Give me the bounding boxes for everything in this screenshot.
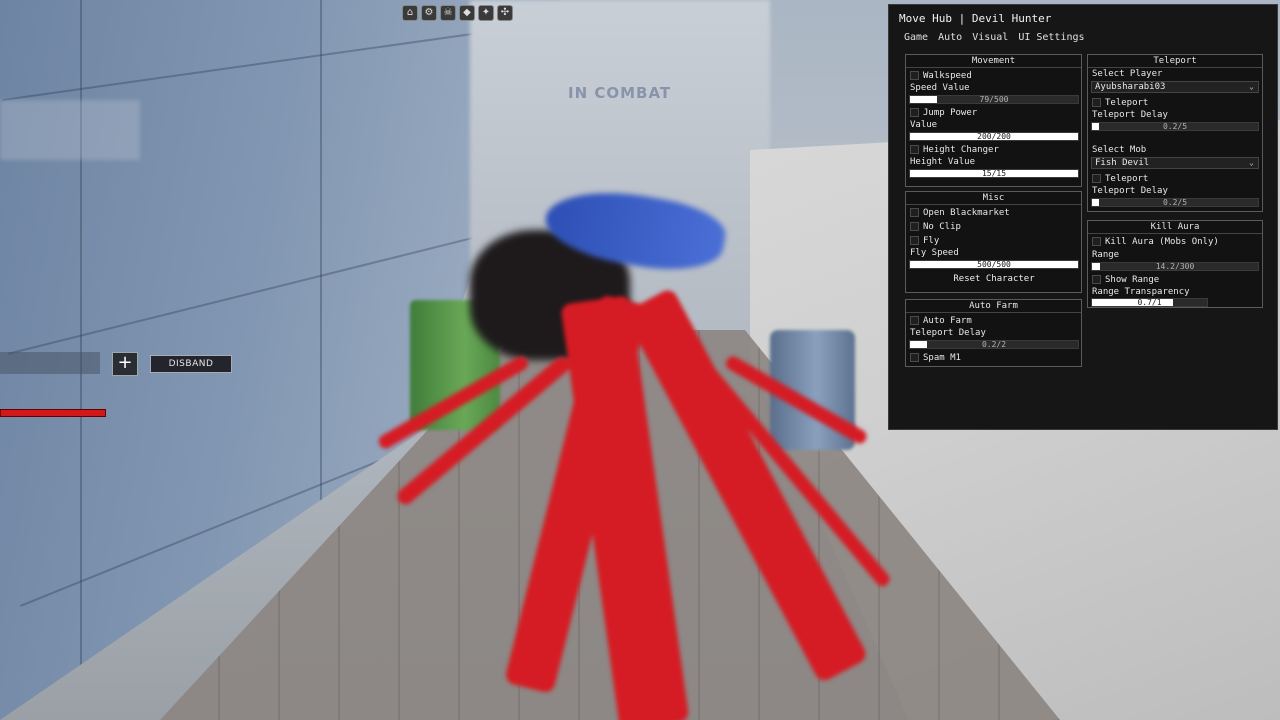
auto-farm-section: Auto Farm Auto Farm Teleport Delay 0.2/2… — [905, 299, 1082, 367]
select-player-dropdown[interactable]: Ayubsharabi03 ⌄ — [1091, 81, 1259, 93]
fly-toggle[interactable]: Fly — [910, 235, 939, 247]
home-icon[interactable]: ⌂ — [402, 5, 418, 21]
chevron-down-icon: ⌄ — [1249, 158, 1254, 167]
player-teleport-delay-label: Teleport Delay — [1092, 110, 1168, 120]
hotbar-icons: ⌂ ⚙ ☠ ◆ ✦ ✣ — [402, 5, 513, 21]
slider-value: 0.7/1 — [1137, 298, 1162, 307]
walkspeed-toggle[interactable]: Walkspeed — [910, 70, 972, 82]
movement-section: Movement Walkspeed Speed Value 79/500 Ju… — [905, 54, 1082, 187]
tab-auto[interactable]: Auto — [938, 32, 962, 43]
fly-speed-slider[interactable]: 500/500 — [909, 260, 1079, 269]
speed-value-slider[interactable]: 79/500 — [909, 95, 1079, 104]
no-clip-toggle[interactable]: No Clip — [910, 221, 961, 233]
section-title: Movement — [906, 55, 1081, 68]
height-changer-toggle[interactable]: Height Changer — [910, 144, 999, 156]
section-title: Kill Aura — [1088, 221, 1262, 234]
gear-icon[interactable]: ⚙ — [421, 5, 437, 21]
farm-teleport-delay-slider[interactable]: 0.2/2 — [909, 340, 1079, 349]
health-bar — [0, 409, 106, 417]
jump-power-toggle[interactable]: Jump Power — [910, 107, 977, 119]
height-value-label: Height Value — [910, 157, 976, 167]
teleport-delay-label: Teleport Delay — [910, 328, 986, 338]
slider-value: 15/15 — [981, 169, 1007, 178]
chat-overlay — [0, 100, 140, 160]
fly-speed-label: Fly Speed — [910, 248, 959, 258]
teleport-player-toggle[interactable]: Teleport — [1092, 97, 1148, 109]
hub-tabs: Game Auto Visual UI Settings — [904, 32, 1085, 43]
range-label: Range — [1092, 250, 1120, 260]
checkbox[interactable] — [1092, 173, 1101, 183]
teleport-section: Teleport Select Player Ayubsharabi03 ⌄ T… — [1087, 54, 1263, 212]
speed-value-label: Speed Value — [910, 83, 970, 93]
open-blackmarket-toggle[interactable]: Open Blackmarket — [910, 207, 1010, 219]
range-transparency-label: Range Transparency — [1092, 287, 1190, 297]
arrows-icon[interactable]: ✣ — [497, 5, 513, 21]
checkbox[interactable] — [910, 221, 919, 231]
slider-value: 0.2/2 — [981, 340, 1007, 349]
show-range-toggle[interactable]: Show Range — [1092, 274, 1159, 286]
chevron-down-icon: ⌄ — [1249, 82, 1254, 91]
move-hub-window: Move Hub | Devil Hunter Game Auto Visual… — [888, 4, 1278, 430]
tab-game[interactable]: Game — [904, 32, 928, 43]
select-player-label: Select Player — [1092, 69, 1163, 79]
section-title: Auto Farm — [906, 300, 1081, 313]
teleport-mob-toggle[interactable]: Teleport — [1092, 173, 1148, 185]
jump-value-slider[interactable]: 200/200 — [909, 132, 1079, 141]
range-slider[interactable]: 14.2/300 — [1091, 262, 1259, 271]
checkbox[interactable] — [910, 352, 919, 362]
kill-aura-toggle[interactable]: Kill Aura (Mobs Only) — [1092, 236, 1219, 248]
skull-icon[interactable]: ☠ — [440, 5, 456, 21]
range-transparency-slider[interactable]: 0.7/1 — [1091, 298, 1208, 307]
slider-value: 200/200 — [977, 132, 1011, 141]
dropdown-value: Fish Devil — [1095, 158, 1150, 168]
jump-value-label: Value — [910, 120, 938, 130]
checkbox[interactable] — [910, 315, 919, 325]
hub-title: Move Hub | Devil Hunter — [899, 12, 1052, 25]
section-title: Teleport — [1088, 55, 1262, 68]
height-value-slider[interactable]: 15/15 — [909, 169, 1079, 178]
checkbox[interactable] — [910, 144, 919, 154]
spam-m1-toggle[interactable]: Spam M1 — [910, 352, 961, 364]
checkbox[interactable] — [910, 207, 919, 217]
disband-button[interactable]: DISBAND — [150, 355, 232, 373]
checkbox[interactable] — [1092, 97, 1101, 107]
reset-character-button[interactable]: Reset Character — [909, 273, 1079, 286]
slider-value: 0.2/5 — [1162, 122, 1188, 131]
section-title: Misc — [906, 192, 1081, 205]
auto-farm-toggle[interactable]: Auto Farm — [910, 315, 972, 327]
slider-value: 500/500 — [977, 260, 1011, 269]
checkbox[interactable] — [910, 107, 919, 117]
party-member-slot — [0, 352, 100, 374]
combat-status-text: IN COMBAT — [568, 84, 672, 102]
tab-visual[interactable]: Visual — [972, 32, 1008, 43]
slider-value: 79/500 — [979, 95, 1009, 104]
mob-teleport-delay-slider[interactable]: 0.2/5 — [1091, 198, 1259, 207]
slider-value: 14.2/300 — [1155, 262, 1195, 271]
player-teleport-delay-slider[interactable]: 0.2/5 — [1091, 122, 1259, 131]
party-add-button[interactable]: + — [112, 352, 138, 376]
misc-section: Misc Open Blackmarket No Clip Fly Fly Sp… — [905, 191, 1082, 293]
kill-aura-section: Kill Aura Kill Aura (Mobs Only) Range 14… — [1087, 220, 1263, 308]
checkbox[interactable] — [1092, 236, 1101, 246]
flame-icon[interactable]: ✦ — [478, 5, 494, 21]
dropdown-value: Ayubsharabi03 — [1095, 82, 1166, 92]
select-mob-dropdown[interactable]: Fish Devil ⌄ — [1091, 157, 1259, 169]
checkbox[interactable] — [910, 235, 919, 245]
tab-ui-settings[interactable]: UI Settings — [1018, 32, 1084, 43]
select-mob-label: Select Mob — [1092, 145, 1147, 155]
checkbox[interactable] — [1092, 274, 1101, 284]
checkbox[interactable] — [910, 70, 919, 80]
slider-value: 0.2/5 — [1162, 198, 1188, 207]
shield-icon[interactable]: ◆ — [459, 5, 475, 21]
mob-teleport-delay-label: Teleport Delay — [1092, 186, 1168, 196]
